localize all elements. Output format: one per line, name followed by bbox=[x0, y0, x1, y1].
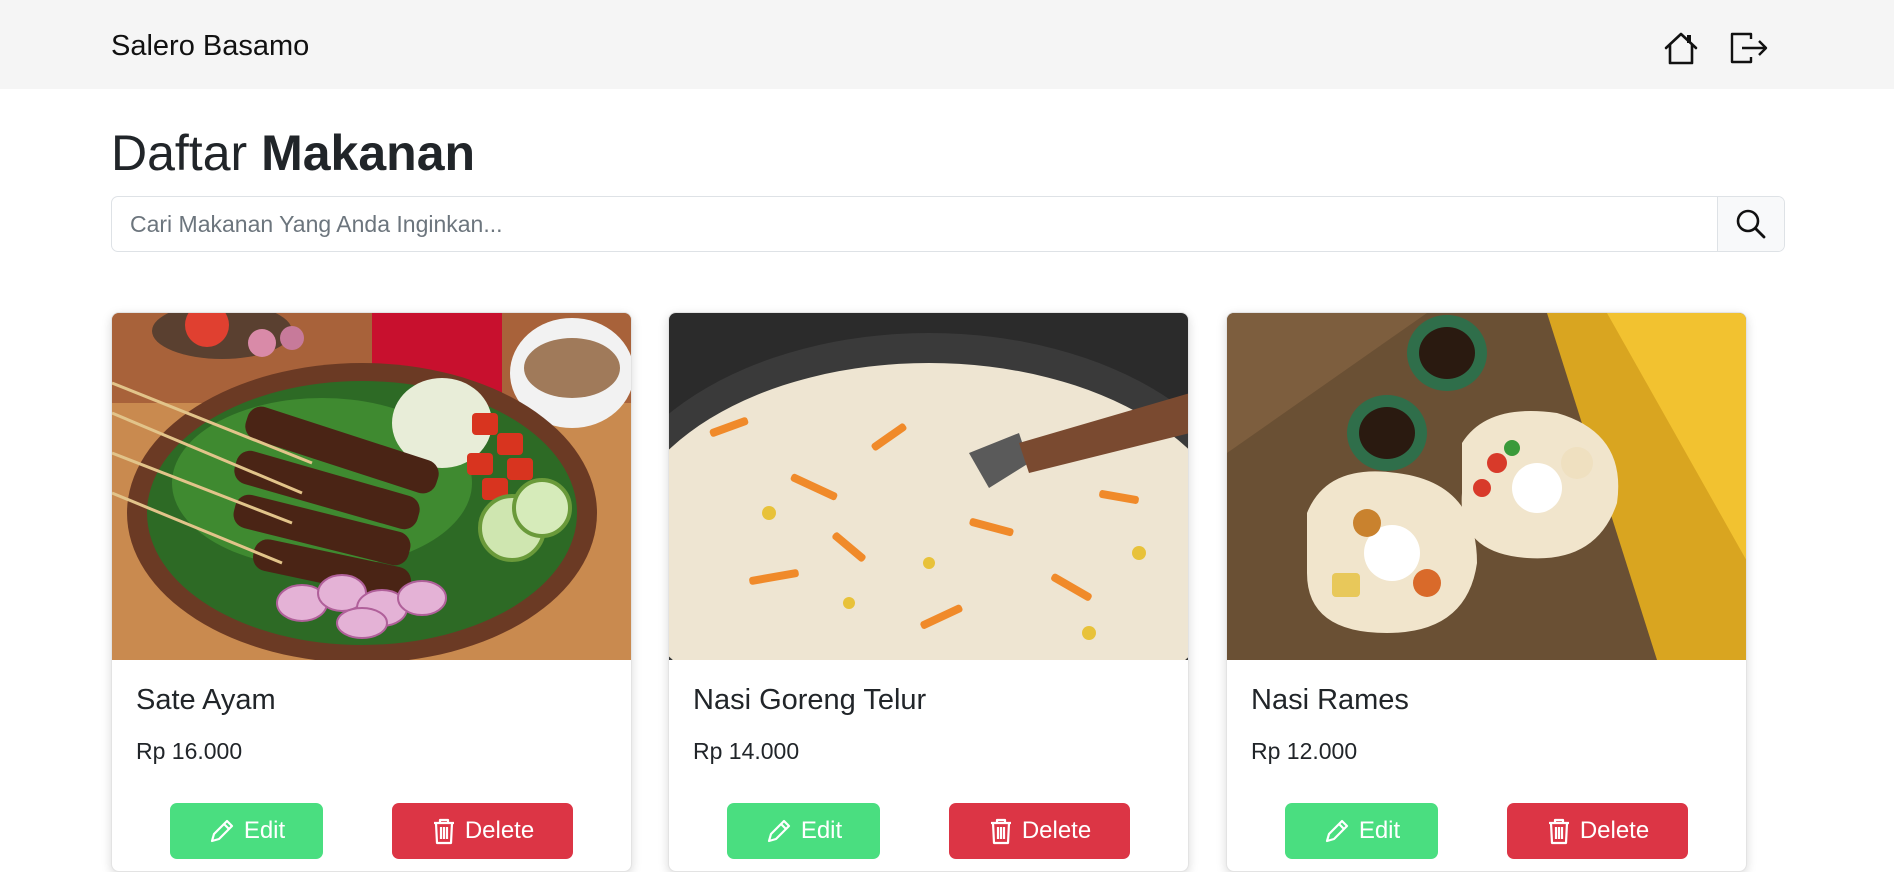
food-name: Sate Ayam bbox=[136, 684, 276, 716]
food-price: Rp 16.000 bbox=[136, 738, 243, 764]
search-input[interactable] bbox=[112, 197, 1717, 251]
pencil-icon bbox=[1325, 819, 1348, 843]
navbar: Salero Basamo bbox=[0, 0, 1894, 89]
food-card: Nasi Goreng Telur Rp 14.000 Edit Delete bbox=[668, 312, 1189, 872]
food-price: Rp 14.000 bbox=[693, 738, 800, 764]
edit-button[interactable]: Edit bbox=[727, 803, 880, 859]
search-icon bbox=[1736, 209, 1766, 239]
logout-icon[interactable] bbox=[1729, 28, 1769, 68]
trash-icon bbox=[990, 818, 1011, 845]
delete-button[interactable]: Delete bbox=[1507, 803, 1688, 859]
edit-label: Edit bbox=[800, 817, 843, 844]
trash-icon bbox=[433, 818, 454, 845]
food-image-nasi-rames bbox=[1227, 313, 1746, 660]
food-image-nasi-goreng-telur bbox=[669, 313, 1188, 660]
delete-label: Delete bbox=[1021, 817, 1092, 844]
search-button[interactable] bbox=[1717, 197, 1784, 251]
page-title-light: Daftar bbox=[111, 125, 248, 181]
food-card: Sate Ayam Rp 16.000 Edit Delete bbox=[111, 312, 632, 872]
delete-label: Delete bbox=[464, 817, 535, 844]
trash-icon bbox=[1548, 818, 1569, 845]
delete-label: Delete bbox=[1579, 817, 1650, 844]
food-card: Nasi Rames Rp 12.000 Edit Delete bbox=[1226, 312, 1747, 872]
delete-button[interactable]: Delete bbox=[949, 803, 1130, 859]
search-bar bbox=[111, 196, 1785, 252]
food-name: Nasi Goreng Telur bbox=[693, 684, 927, 716]
edit-label: Edit bbox=[243, 817, 286, 844]
page-title-bold: Makanan bbox=[261, 125, 476, 181]
home-icon[interactable] bbox=[1661, 28, 1701, 68]
pencil-icon bbox=[210, 819, 233, 843]
page-title: Daftar Makanan bbox=[111, 124, 475, 182]
delete-button[interactable]: Delete bbox=[392, 803, 573, 859]
brand-name[interactable]: Salero Basamo bbox=[111, 30, 309, 63]
edit-button[interactable]: Edit bbox=[170, 803, 323, 859]
food-image-sate-ayam bbox=[112, 313, 631, 660]
food-name: Nasi Rames bbox=[1251, 684, 1409, 716]
edit-button[interactable]: Edit bbox=[1285, 803, 1438, 859]
pencil-icon bbox=[767, 819, 790, 843]
edit-label: Edit bbox=[1358, 817, 1401, 844]
food-price: Rp 12.000 bbox=[1251, 738, 1358, 764]
